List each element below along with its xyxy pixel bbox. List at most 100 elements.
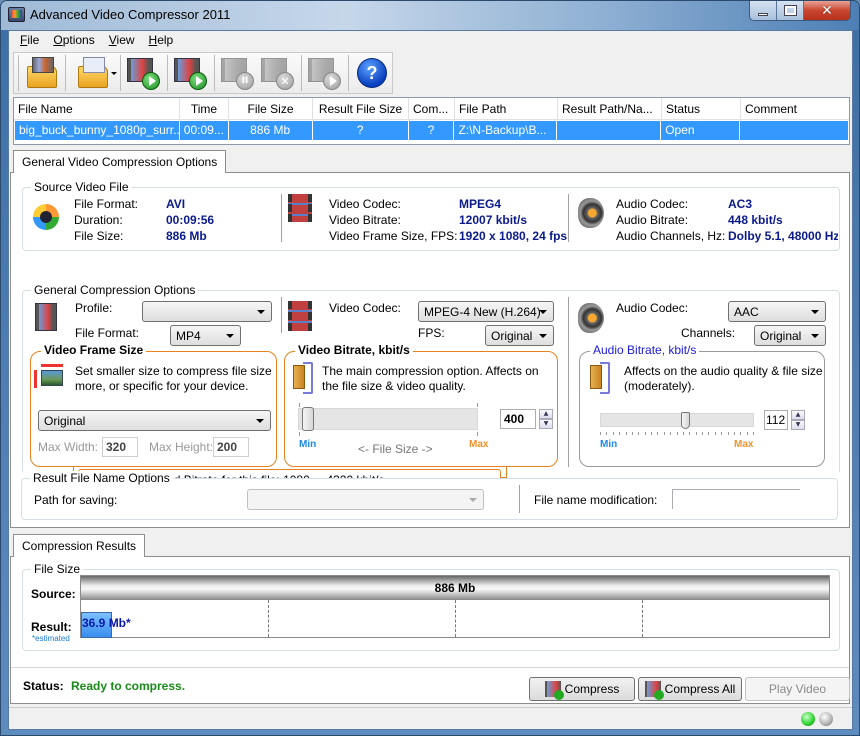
slider-tick bbox=[696, 432, 697, 435]
max-width-input[interactable]: 320 bbox=[102, 437, 138, 457]
max-width-label: Max Width: bbox=[38, 440, 99, 454]
minimize-button[interactable] bbox=[750, 1, 777, 20]
slider-tick bbox=[715, 432, 716, 435]
media-player-icon bbox=[33, 204, 59, 230]
app-window: Advanced Video Compressor 2011 ✕ File Op… bbox=[0, 0, 860, 736]
fps-label: FPS: bbox=[418, 326, 445, 340]
file-format-select[interactable]: MP4 bbox=[170, 325, 241, 346]
tab-compression-results[interactable]: Compression Results bbox=[13, 534, 146, 557]
results-panel: File Size Source: Result: *estimated 886… bbox=[10, 556, 850, 704]
file-name-modification-input[interactable] bbox=[672, 489, 800, 509]
client-area: File Options View Help II ✕ ? File Name bbox=[8, 30, 853, 730]
cell-time: 00:09... bbox=[180, 121, 229, 140]
column-comment[interactable]: Comment bbox=[741, 98, 847, 119]
frame-size-select[interactable]: Original bbox=[38, 410, 271, 431]
column-time[interactable]: Time bbox=[180, 98, 229, 119]
compress-button-toolbar[interactable] bbox=[124, 54, 164, 92]
slider-tick bbox=[299, 403, 300, 407]
slider-tick bbox=[689, 432, 690, 435]
compress-button[interactable]: Compress bbox=[529, 677, 635, 701]
menu-view[interactable]: View bbox=[102, 31, 142, 51]
play-video-button[interactable]: Play Video bbox=[745, 677, 850, 701]
compress-all-icon bbox=[644, 681, 664, 700]
menu-file[interactable]: File bbox=[13, 31, 46, 51]
pause-button[interactable]: II bbox=[218, 54, 258, 92]
speaker-icon bbox=[578, 303, 604, 333]
fps-select[interactable]: Original bbox=[485, 325, 554, 346]
compression-options-group: General Compression Options Profile: Fil… bbox=[22, 283, 840, 491]
cell-file-name: big_buck_bunny_1080p_surr... bbox=[15, 121, 180, 140]
title-bar[interactable]: Advanced Video Compressor 2011 ✕ bbox=[1, 1, 859, 30]
toolbar: II ✕ ? bbox=[13, 52, 393, 94]
audio-codec-select[interactable]: AAC bbox=[728, 301, 826, 322]
toolbar-grip[interactable] bbox=[18, 55, 19, 91]
compress-all-button[interactable]: Compress All bbox=[638, 677, 742, 701]
spin-down-icon[interactable]: ▼ bbox=[791, 420, 805, 430]
video-frame-size-group: Video Frame Size Set smaller size to com… bbox=[30, 343, 277, 467]
menu-options[interactable]: Options bbox=[46, 31, 101, 51]
file-size-chart: 886 Mb 36.9 Mb* bbox=[80, 575, 830, 638]
channels-label: Channels: bbox=[681, 326, 736, 340]
result-size-value: 36.9 Mb* bbox=[82, 616, 131, 630]
column-status[interactable]: Status bbox=[662, 98, 741, 119]
cell-file-size: 886 Mb bbox=[229, 121, 313, 140]
menu-options-label: ptions bbox=[62, 33, 95, 47]
file-size-value: 886 Mb bbox=[166, 229, 207, 243]
compress-label: Compress bbox=[564, 682, 620, 696]
video-bitrate-slider[interactable] bbox=[298, 407, 478, 431]
menu-help[interactable]: Help bbox=[142, 31, 181, 51]
audio-bitrate-input[interactable]: 112 bbox=[764, 410, 788, 430]
dropdown-arrow-icon[interactable] bbox=[111, 72, 117, 75]
slider-tick bbox=[677, 432, 678, 435]
slider-tick bbox=[708, 432, 709, 435]
slider-tick bbox=[619, 432, 620, 435]
slider-tick bbox=[632, 432, 633, 435]
result-name-title: Result File Name Options bbox=[30, 471, 173, 485]
open-video-button[interactable] bbox=[22, 54, 62, 92]
open-folder-icon bbox=[78, 57, 108, 88]
video-bitrate-value: 12007 kbit/s bbox=[459, 213, 528, 227]
video-codec-select[interactable]: MPEG-4 New (H.264) bbox=[418, 301, 554, 322]
spin-down-icon[interactable]: ▼ bbox=[539, 419, 553, 429]
column-result-file-size[interactable]: Result File Size bbox=[313, 98, 409, 119]
divider bbox=[568, 297, 569, 467]
slider-tick bbox=[651, 432, 652, 435]
column-file-path[interactable]: File Path bbox=[455, 98, 558, 119]
video-bitrate-input[interactable]: 400 bbox=[500, 409, 536, 429]
max-height-input[interactable]: 200 bbox=[213, 437, 249, 457]
stop-button[interactable]: ✕ bbox=[258, 54, 298, 92]
profile-select[interactable] bbox=[142, 301, 272, 322]
toolbar-separator bbox=[214, 55, 215, 91]
column-file-size[interactable]: File Size bbox=[229, 98, 313, 119]
audio-bitrate-spinner[interactable]: ▲ ▼ bbox=[791, 410, 805, 430]
speaker-icon bbox=[578, 198, 604, 228]
open-folder-button[interactable] bbox=[69, 54, 117, 92]
audio-bitrate-slider-thumb[interactable] bbox=[681, 412, 690, 429]
audio-bitrate-label: Audio Bitrate: bbox=[616, 213, 689, 227]
video-bitrate-description: The main compression option. Affects on … bbox=[322, 364, 539, 393]
tab-general-options[interactable]: General Video Compression Options bbox=[13, 150, 227, 173]
play-video-button-toolbar[interactable] bbox=[305, 54, 345, 92]
play-icon bbox=[323, 72, 341, 90]
slider-tick bbox=[664, 432, 665, 435]
spin-up-icon[interactable]: ▲ bbox=[539, 409, 553, 419]
status-label: Status: bbox=[23, 679, 64, 693]
channels-select[interactable]: Original bbox=[754, 325, 826, 346]
path-select[interactable] bbox=[247, 489, 484, 510]
column-compression[interactable]: Com... bbox=[409, 98, 455, 119]
spin-up-icon[interactable]: ▲ bbox=[791, 410, 805, 420]
audio-bitrate-slider[interactable] bbox=[600, 412, 754, 429]
video-bitrate-spinner[interactable]: ▲ ▼ bbox=[539, 409, 553, 429]
slider-tick bbox=[600, 432, 601, 435]
maximize-button[interactable] bbox=[777, 1, 804, 20]
column-file-name[interactable]: File Name bbox=[14, 98, 180, 119]
compress-all-button-toolbar[interactable] bbox=[171, 54, 211, 92]
source-size-bar: 886 Mb bbox=[81, 576, 829, 600]
table-row[interactable]: big_buck_bunny_1080p_surr... 00:09... 88… bbox=[15, 121, 848, 140]
audio-bitrate-group: Audio Bitrate, kbit/s Affects on the aud… bbox=[579, 343, 825, 467]
video-bitrate-slider-thumb[interactable] bbox=[302, 407, 314, 431]
help-button[interactable]: ? bbox=[352, 54, 392, 92]
column-result-path[interactable]: Result Path/Na... bbox=[558, 98, 662, 119]
close-button[interactable]: ✕ bbox=[804, 1, 850, 20]
audio-channels-value: Dolby 5.1, 48000 Hz bbox=[728, 229, 838, 243]
